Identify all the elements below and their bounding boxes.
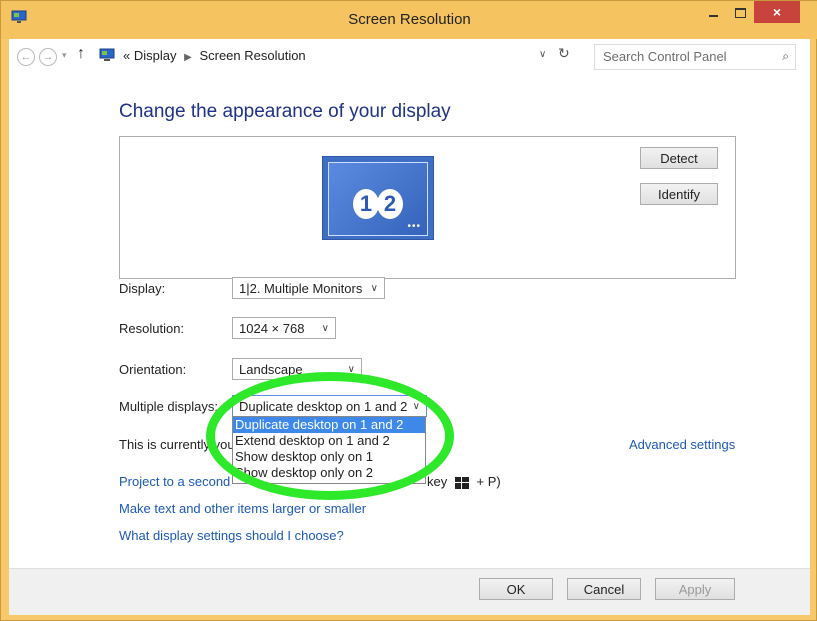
- chevron-down-icon: ∨: [370, 283, 378, 294]
- search-placeholder: Search Control Panel: [603, 49, 727, 64]
- multiple-displays-value: Duplicate desktop on 1 and 2: [239, 399, 408, 414]
- address-bar: ← → ▾ ↑ « Display ▶ Screen Resolution ∨ …: [9, 39, 810, 77]
- what-settings-link[interactable]: What display settings should I choose?: [119, 528, 344, 543]
- window-title: Screen Resolution: [348, 11, 471, 28]
- close-icon: ×: [772, 4, 782, 20]
- chevron-down-icon: ▾: [62, 50, 67, 60]
- breadcrumb-path: « Display ▶ Screen Resolution: [123, 48, 306, 63]
- resolution-label: Resolution:: [119, 321, 185, 336]
- apply-button[interactable]: Apply: [655, 578, 735, 600]
- project-link[interactable]: Project to a second: [119, 474, 230, 489]
- maximize-button[interactable]: [727, 1, 754, 23]
- orientation-value: Landscape: [239, 362, 303, 377]
- breadcrumb-overflow[interactable]: «: [123, 48, 130, 63]
- cancel-button[interactable]: Cancel: [567, 578, 641, 600]
- display-label: Display:: [119, 281, 166, 296]
- forward-arrow-icon: →: [42, 51, 54, 63]
- search-icon[interactable]: ⌕: [782, 49, 789, 64]
- identify-button[interactable]: Identify: [640, 183, 718, 205]
- multiple-displays-label: Multiple displays:: [119, 399, 218, 414]
- breadcrumb-screen-resolution[interactable]: Screen Resolution: [199, 48, 305, 63]
- recent-locations-button[interactable]: ▾: [62, 50, 67, 61]
- search-input[interactable]: Search Control Panel ⌕: [594, 44, 796, 70]
- project-shortcut-hint: key + P): [427, 474, 501, 489]
- windows-logo-icon: [454, 476, 469, 489]
- minimize-icon: [709, 15, 718, 18]
- forward-button[interactable]: →: [39, 48, 57, 66]
- option-show-only-2[interactable]: Show desktop only on 2: [233, 465, 425, 481]
- minimize-button[interactable]: [700, 1, 727, 23]
- refresh-icon: ↻: [558, 45, 570, 61]
- multiple-displays-select[interactable]: Duplicate desktop on 1 and 2 ∨: [232, 395, 427, 417]
- current-display-info: This is currently you: [119, 437, 235, 452]
- monitor-number-2: 2: [377, 189, 403, 219]
- option-duplicate[interactable]: Duplicate desktop on 1 and 2: [233, 417, 425, 433]
- breadcrumb-display[interactable]: Display: [134, 48, 177, 63]
- control-panel-icon: [99, 48, 115, 61]
- back-button[interactable]: ←: [17, 48, 35, 66]
- close-button[interactable]: ×: [754, 1, 800, 23]
- breadcrumb[interactable]: « Display ▶ Screen Resolution: [95, 43, 535, 69]
- chevron-down-icon: ∨: [321, 323, 329, 334]
- breadcrumb-separator-icon[interactable]: ▶: [184, 52, 192, 63]
- up-button[interactable]: ↑: [77, 45, 85, 63]
- chevron-down-icon: ∨: [347, 364, 355, 375]
- maximize-icon: [735, 8, 746, 19]
- resolution-value: 1024 × 768: [239, 321, 305, 336]
- option-show-only-1[interactable]: Show desktop only on 1: [233, 449, 425, 465]
- page-title: Change the appearance of your display: [119, 101, 451, 122]
- project-shortcut-key: key: [427, 474, 448, 489]
- address-dropdown-button[interactable]: ∨: [539, 49, 546, 60]
- chevron-down-icon: ∨: [412, 401, 420, 412]
- multiple-displays-dropdown: Duplicate desktop on 1 and 2 Extend desk…: [232, 416, 426, 484]
- display-value: 1|2. Multiple Monitors: [239, 281, 363, 296]
- advanced-settings-link[interactable]: Advanced settings: [629, 437, 735, 452]
- display-preview: 1 2 ••• Detect Identify: [119, 136, 736, 279]
- more-icon: •••: [407, 221, 421, 232]
- ok-button[interactable]: OK: [479, 578, 553, 600]
- chevron-down-icon: ∨: [539, 49, 547, 60]
- monitor-number-1: 1: [353, 189, 379, 219]
- monitor-icon[interactable]: 1 2 •••: [322, 156, 434, 240]
- option-extend[interactable]: Extend desktop on 1 and 2: [233, 433, 425, 449]
- monitor-screen: 1 2 •••: [328, 162, 428, 236]
- orientation-label: Orientation:: [119, 362, 187, 377]
- orientation-select[interactable]: Landscape ∨: [232, 358, 362, 380]
- refresh-button[interactable]: ↻: [558, 45, 570, 62]
- title-bar[interactable]: Screen Resolution ×: [1, 1, 817, 39]
- dialog-footer: OK Cancel Apply: [9, 568, 810, 615]
- window-content: ← → ▾ ↑ « Display ▶ Screen Resolution ∨ …: [9, 39, 810, 615]
- detect-button[interactable]: Detect: [640, 147, 718, 169]
- screen-resolution-window: Screen Resolution × ← → ▾ ↑ « Display ▶ …: [0, 0, 817, 621]
- up-arrow-icon: ↑: [77, 45, 85, 62]
- display-select[interactable]: 1|2. Multiple Monitors ∨: [232, 277, 385, 299]
- back-arrow-icon: ←: [20, 51, 32, 63]
- resolution-select[interactable]: 1024 × 768 ∨: [232, 317, 336, 339]
- text-size-link[interactable]: Make text and other items larger or smal…: [119, 501, 366, 516]
- project-shortcut-end: + P): [476, 474, 501, 489]
